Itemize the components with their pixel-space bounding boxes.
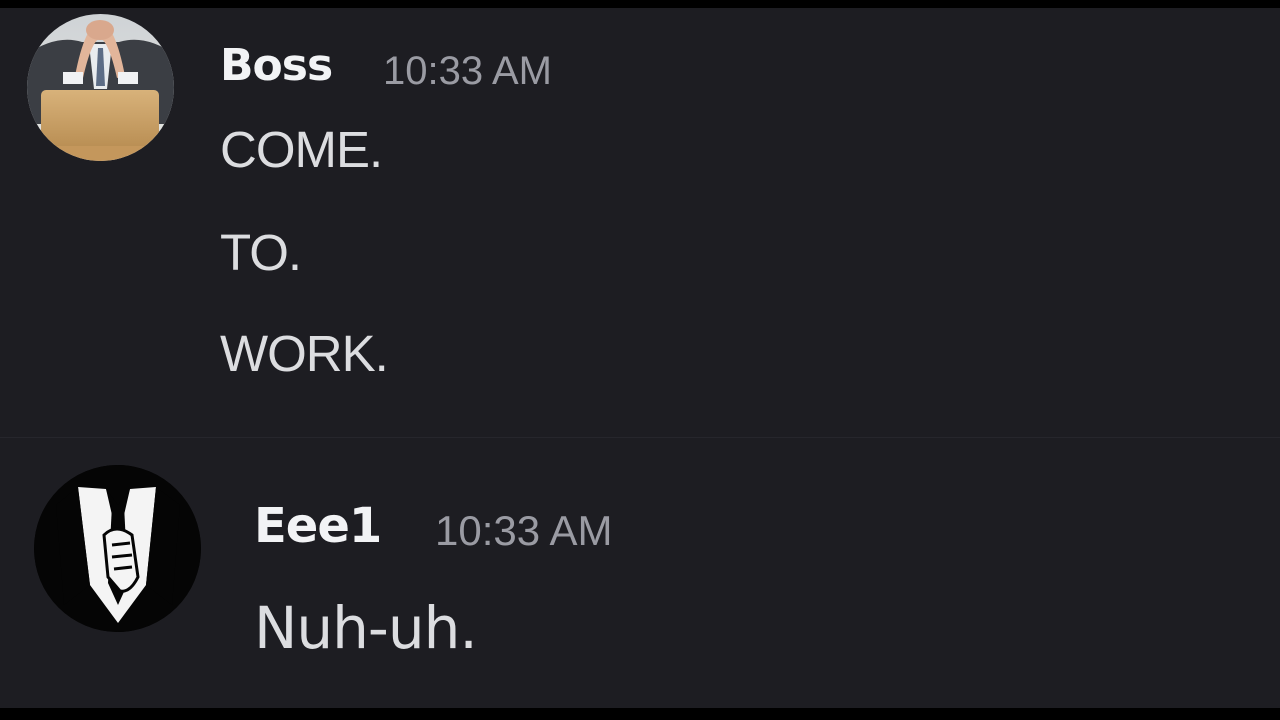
boss-avatar[interactable]: [27, 14, 174, 161]
letterbox-bottom: [0, 708, 1280, 720]
message-timestamp: 10:33 AM: [435, 507, 613, 554]
suit-tie-avatar-icon: [34, 465, 201, 632]
message-line: WORK.: [220, 325, 389, 382]
message-timestamp: 10:33 AM: [383, 49, 553, 93]
message-group-eee1: Eee1 10:33 AM Nuh-uh.: [0, 438, 1280, 708]
author-name[interactable]: Boss: [220, 38, 333, 94]
eee1-avatar[interactable]: [34, 465, 201, 632]
boss-laptop-avatar-icon: [27, 14, 174, 161]
author-name[interactable]: Eee1: [254, 496, 382, 556]
message-line: TO.: [220, 224, 302, 281]
message-group-boss: Boss 10:33 AM COME. TO. WORK.: [0, 8, 1280, 437]
message-line: COME.: [220, 121, 383, 178]
letterbox-top: [0, 0, 1280, 8]
message-line: Nuh-uh.: [254, 594, 478, 662]
chat-view: Boss 10:33 AM COME. TO. WORK. Eee1 10:33…: [0, 8, 1280, 708]
